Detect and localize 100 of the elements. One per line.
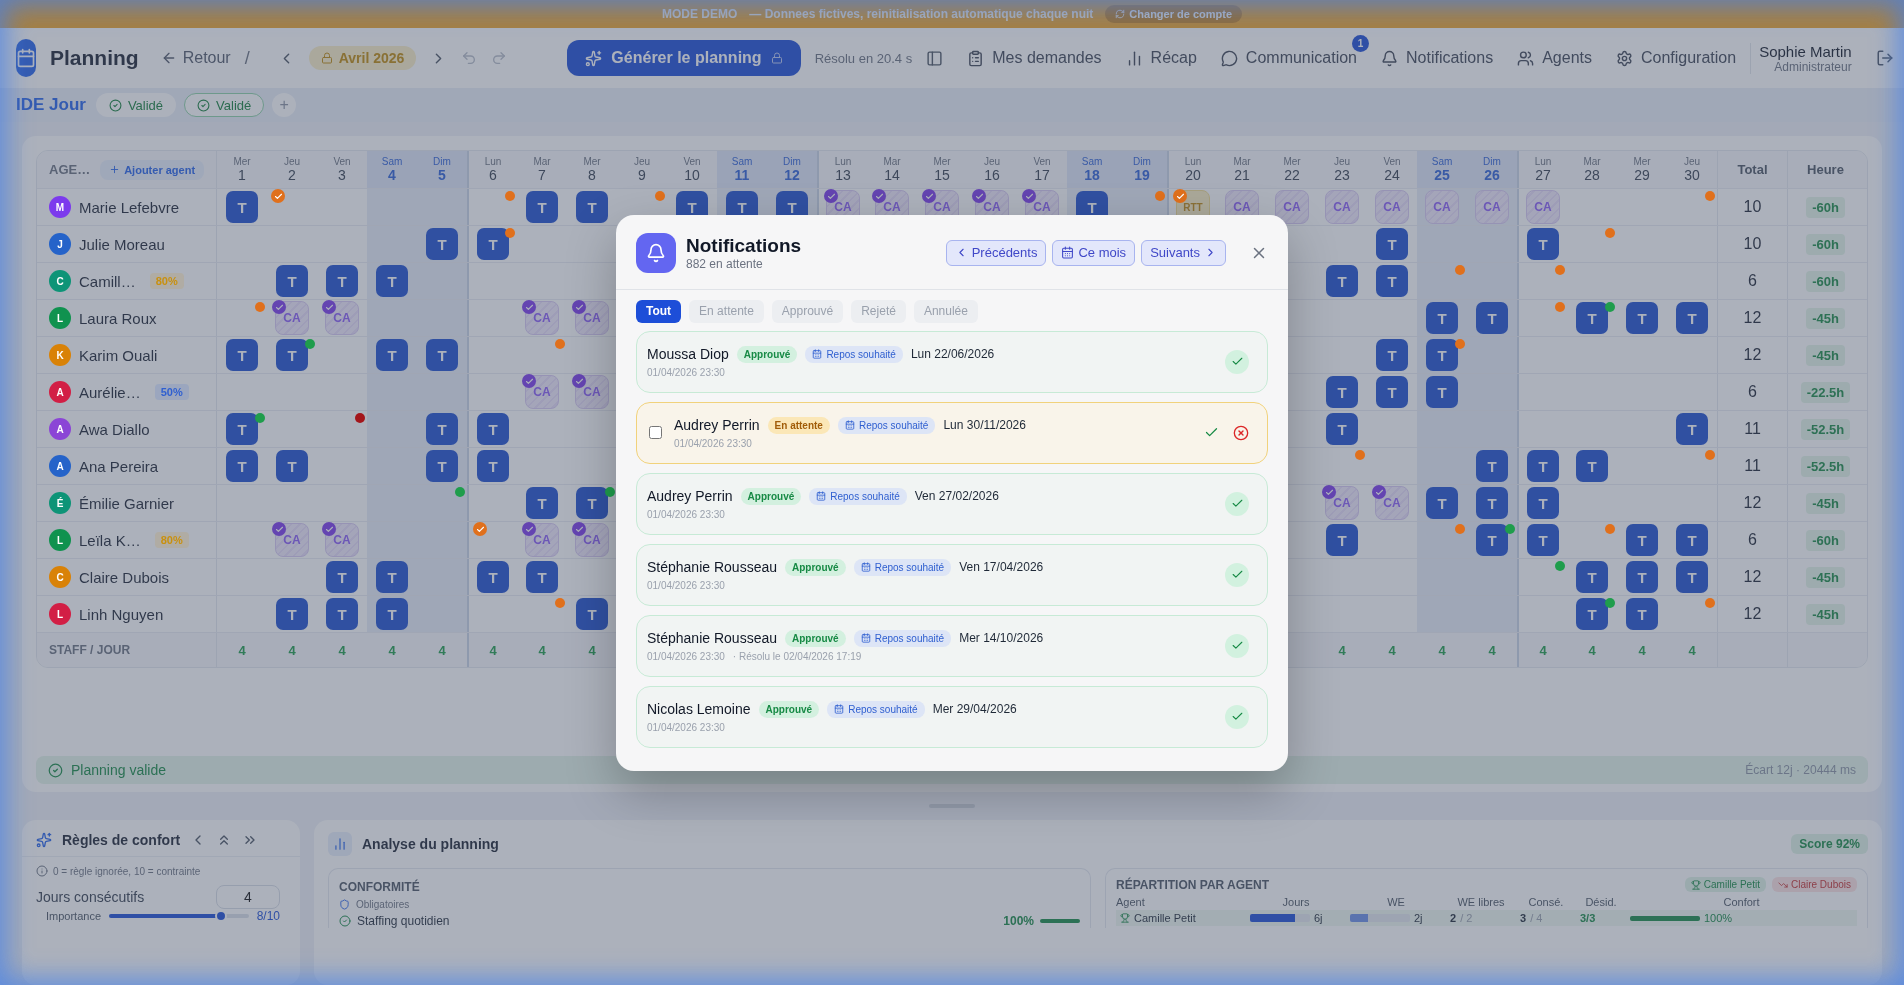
- shift-tile[interactable]: T: [1527, 228, 1559, 260]
- filter-tab[interactable]: Tout: [636, 299, 682, 323]
- shift-tile[interactable]: T: [576, 487, 608, 519]
- shift-tile[interactable]: T: [1626, 598, 1658, 630]
- sidebar-toggle-button[interactable]: [926, 49, 944, 67]
- shift-tile[interactable]: T: [1376, 265, 1408, 297]
- status-chip[interactable]: Validé: [184, 93, 265, 117]
- filter-tab[interactable]: Rejeté: [851, 299, 906, 323]
- shift-tile[interactable]: T: [1426, 339, 1458, 371]
- nav-link[interactable]: Agents: [1517, 49, 1592, 67]
- notification-card[interactable]: Stéphanie Rousseau Approuvé Repos souhaité Mer 14/10/2026 01/04/2026 23:30 · Résolu le 02/04/2026 17:19: [636, 614, 1268, 677]
- nav-link[interactable]: Notifications: [1381, 49, 1494, 67]
- shift-tile[interactable]: T: [1576, 450, 1608, 482]
- back-link[interactable]: Retour: [160, 49, 231, 67]
- shift-tile[interactable]: T: [1626, 302, 1658, 334]
- shift-tile[interactable]: T: [226, 339, 258, 371]
- shift-tile[interactable]: T: [1676, 561, 1708, 593]
- shift-tile[interactable]: T: [1576, 561, 1608, 593]
- shift-tile[interactable]: T: [1626, 524, 1658, 556]
- shift-tile[interactable]: T: [276, 598, 308, 630]
- shift-tile[interactable]: T: [1476, 524, 1508, 556]
- leave-tile[interactable]: CA: [1475, 190, 1509, 224]
- leave-tile[interactable]: CA: [1425, 190, 1459, 224]
- leave-tile[interactable]: CA: [1275, 190, 1309, 224]
- nav-link[interactable]: Récap: [1125, 49, 1197, 67]
- shift-tile[interactable]: T: [376, 561, 408, 593]
- filter-tab[interactable]: En attente: [689, 299, 764, 323]
- shift-tile[interactable]: T: [576, 598, 608, 630]
- shift-tile[interactable]: T: [1426, 487, 1458, 519]
- shift-tile[interactable]: T: [226, 191, 258, 223]
- notification-card[interactable]: Nicolas Lemoine Approuvé Repos souhaité Mer 29/04/2026 01/04/2026 23:30: [636, 685, 1268, 748]
- shift-tile[interactable]: T: [326, 598, 358, 630]
- nav-link[interactable]: Configuration: [1615, 49, 1737, 67]
- number-field[interactable]: 4: [216, 885, 280, 909]
- filter-tab[interactable]: Annulée: [913, 299, 978, 323]
- leave-tile[interactable]: CA: [1375, 190, 1409, 224]
- shift-tile[interactable]: T: [426, 450, 458, 482]
- shift-tile[interactable]: T: [1626, 561, 1658, 593]
- next-button[interactable]: Suivants: [1141, 239, 1226, 266]
- shift-tile[interactable]: T: [376, 339, 408, 371]
- shift-tile[interactable]: T: [1426, 376, 1458, 408]
- this-month-button[interactable]: Ce mois: [1052, 239, 1136, 266]
- add-agent-button[interactable]: Ajouter agent: [100, 159, 205, 180]
- notification-card[interactable]: Stéphanie Rousseau Approuvé Repos souhaité Ven 17/04/2026 01/04/2026 23:30: [636, 543, 1268, 606]
- leave-tile[interactable]: CA: [1325, 190, 1359, 224]
- generate-button[interactable]: Générer le planning: [567, 40, 801, 76]
- shift-tile[interactable]: T: [1326, 524, 1358, 556]
- importance-slider[interactable]: [109, 914, 249, 918]
- shift-tile[interactable]: T: [576, 191, 608, 223]
- shift-tile[interactable]: T: [326, 561, 358, 593]
- shift-tile[interactable]: T: [1527, 487, 1559, 519]
- logout-button[interactable]: [1875, 49, 1894, 67]
- slider-thumb[interactable]: [214, 910, 227, 922]
- notification-card[interactable]: Moussa Diop Approuvé Repos souhaité Lun 22/06/2026 01/04/2026 23:30: [636, 330, 1268, 393]
- add-button[interactable]: +: [272, 93, 297, 117]
- previous-button[interactable]: Précédents: [945, 239, 1047, 266]
- shift-tile[interactable]: T: [1676, 413, 1708, 445]
- shift-tile[interactable]: T: [276, 339, 308, 371]
- shift-tile[interactable]: T: [376, 265, 408, 297]
- shift-tile[interactable]: T: [276, 265, 308, 297]
- shift-tile[interactable]: T: [1326, 413, 1358, 445]
- status-chip[interactable]: Validé: [95, 93, 177, 117]
- shift-tile[interactable]: T: [477, 413, 509, 445]
- shift-tile[interactable]: T: [526, 561, 558, 593]
- shift-tile[interactable]: T: [477, 228, 509, 260]
- shift-tile[interactable]: T: [426, 413, 458, 445]
- shift-tile[interactable]: T: [1426, 302, 1458, 334]
- shift-tile[interactable]: T: [1676, 302, 1708, 334]
- shift-tile[interactable]: T: [1376, 228, 1408, 260]
- notification-card[interactable]: Audrey Perrin En attente Repos souhaité Lun 30/11/2026 01/04/2026 23:30: [636, 401, 1268, 464]
- shift-tile[interactable]: T: [1376, 376, 1408, 408]
- filter-tab[interactable]: Approuvé: [771, 299, 844, 323]
- shift-tile[interactable]: T: [376, 598, 408, 630]
- shift-tile[interactable]: T: [1676, 524, 1708, 556]
- shift-tile[interactable]: T: [326, 265, 358, 297]
- shift-tile[interactable]: T: [1576, 302, 1608, 334]
- shift-tile[interactable]: T: [1576, 598, 1608, 630]
- shift-tile[interactable]: T: [1376, 339, 1408, 371]
- shift-tile[interactable]: T: [426, 228, 458, 260]
- shift-tile[interactable]: T: [226, 450, 258, 482]
- reject-button[interactable]: [1233, 424, 1249, 441]
- checkbox[interactable]: [649, 426, 662, 439]
- nav-link[interactable]: Mes demandes: [967, 49, 1102, 67]
- shift-tile[interactable]: T: [1476, 450, 1508, 482]
- month-selector[interactable]: Avril 2026: [308, 46, 417, 70]
- shift-tile[interactable]: T: [426, 339, 458, 371]
- notification-card[interactable]: Audrey Perrin Approuvé Repos souhaité Ven 27/02/2026 01/04/2026 23:30: [636, 472, 1268, 535]
- shift-tile[interactable]: T: [526, 191, 558, 223]
- shift-tile[interactable]: T: [1476, 487, 1508, 519]
- shift-tile[interactable]: T: [477, 561, 509, 593]
- shift-tile[interactable]: T: [1476, 302, 1508, 334]
- shift-tile[interactable]: T: [1527, 450, 1559, 482]
- leave-tile[interactable]: CA: [1526, 190, 1560, 224]
- shift-tile[interactable]: T: [1527, 524, 1559, 556]
- shift-tile[interactable]: T: [1326, 376, 1358, 408]
- shift-tile[interactable]: T: [477, 450, 509, 482]
- shift-tile[interactable]: T: [1326, 265, 1358, 297]
- shift-tile[interactable]: T: [526, 487, 558, 519]
- nav-link[interactable]: Communication: [1220, 49, 1357, 67]
- shift-tile[interactable]: T: [226, 413, 258, 445]
